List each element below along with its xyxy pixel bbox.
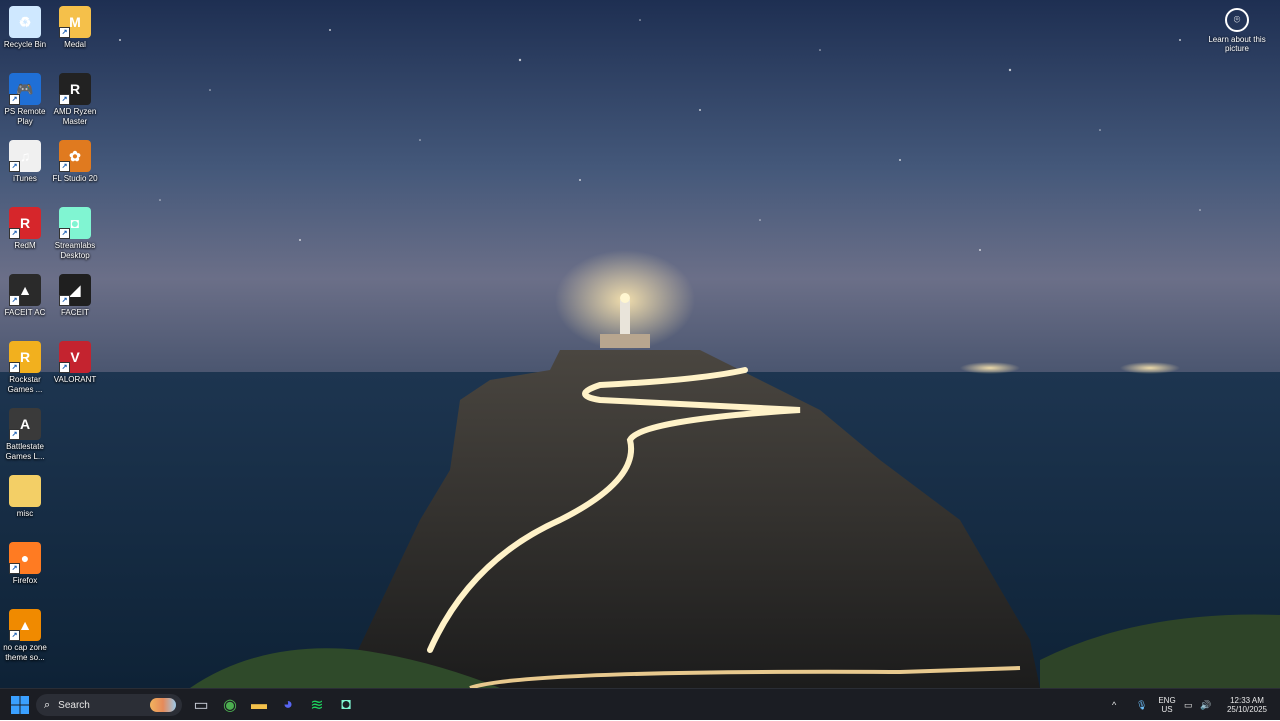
shortcut-arrow-icon: ↗ [9,94,20,105]
taskbar: ⌕ Search ▭ ◉ ▬ ◕ ≋ ◘ ^ 🎙 ENG US ▭ 🔊 12:33 AM … [0,688,1280,720]
shortcut-arrow-icon: ↗ [59,362,70,373]
file-explorer-icon: ▬ [251,696,267,713]
desktop-icon-label: Firefox [12,576,38,585]
desktop-icon-label: RedM [14,241,36,250]
amd-ryzen-master-icon: R ↗ [59,73,91,105]
ps-remote-play-icon: 🎮 ↗ [9,73,41,105]
camera-icon: ⌾ [1225,8,1249,32]
desktop-icon-label: Battlestate Games L... [5,442,45,461]
desktop-icon-label: iTunes [13,174,37,183]
recycle-bin-icon: ♻ [9,6,41,38]
desktop-icon[interactable]: ▲ ↗ no cap zone theme so... [0,603,50,663]
desktop-icon-label: PS Remote Play [4,107,46,126]
desktop-icon[interactable]: ● ↗ Firefox [0,536,50,586]
streamlabs-icon: ◘ [341,696,351,713]
desktop-icon[interactable]: ♫ ↗ iTunes [0,134,50,184]
redm-icon: R ↗ [9,207,41,239]
fl-studio-icon: ✿ ↗ [59,140,91,172]
shortcut-arrow-icon: ↗ [59,228,70,239]
folder-icon [9,475,41,507]
desktop-icon[interactable]: R ↗ Rockstar Games ... [0,335,50,395]
volume-icon[interactable]: 🔊 [1200,689,1211,721]
itunes-icon: ♫ ↗ [9,140,41,172]
desktop-icon-label: Streamlabs Desktop [54,241,96,260]
desktop-icon[interactable]: M ↗ Medal [50,0,100,50]
desktop-icon[interactable]: ♻ Recycle Bin [0,0,50,50]
learn-about-label: Learn about this picture [1208,35,1266,53]
shortcut-arrow-icon: ↗ [59,94,70,105]
clock-date: 25/10/2025 [1226,705,1268,714]
desktop-icon[interactable]: R ↗ AMD Ryzen Master [50,67,100,127]
shortcut-arrow-icon: ↗ [59,161,70,172]
network-icon[interactable]: ▭ [1184,689,1193,721]
search-placeholder: Search [58,699,90,711]
valorant-icon: V ↗ [59,341,91,373]
spotify-taskbar-button[interactable]: ≋ [305,693,329,717]
windows-logo-icon [11,696,29,714]
desktop-icon-label: VALORANT [53,375,97,384]
medal-icon: M ↗ [59,6,91,38]
task-view-taskbar-button[interactable]: ▭ [189,693,213,717]
show-hidden-icons-button[interactable]: ^ [1112,689,1116,721]
desktop-wallpaper [0,0,1280,688]
keyboard-layout: US [1161,705,1173,714]
language-indicator[interactable]: ENG US [1156,689,1178,721]
shortcut-arrow-icon: ↗ [9,362,20,373]
desktop-icon[interactable]: 🎮 ↗ PS Remote Play [0,67,50,127]
microphone-icon[interactable]: 🎙 [1136,689,1147,721]
desktop-icon-label: Recycle Bin [3,40,47,49]
desktop-icon[interactable]: V ↗ VALORANT [50,335,100,385]
desktop-icon[interactable]: A ↗ Battlestate Games L... [0,402,50,462]
desktop-icon-label: Rockstar Games ... [7,375,43,394]
vlc-icon: ▲ ↗ [9,609,41,641]
faceit-icon: ◢ ↗ [59,274,91,306]
shortcut-arrow-icon: ↗ [9,161,20,172]
battlestate-games-icon: A ↗ [9,408,41,440]
search-highlight-icon [150,698,176,712]
streamlabs-taskbar-button[interactable]: ◘ [334,693,358,717]
task-view-icon: ▭ [193,697,209,714]
firefox-icon: ● ↗ [9,542,41,574]
taskbar-search-box[interactable]: ⌕ Search [36,694,182,716]
desktop-icon[interactable]: ◢ ↗ FACEIT [50,268,100,318]
chrome-icon: ◉ [223,697,237,714]
shortcut-arrow-icon: ↗ [9,295,20,306]
desktop-icon-label: FL Studio 20 [52,174,98,183]
desktop-icon[interactable]: R ↗ RedM [0,201,50,251]
shortcut-arrow-icon: ↗ [9,630,20,641]
desktop-icon[interactable]: misc [0,469,50,519]
faceit-ac-icon: ▲ ↗ [9,274,41,306]
desktop-icon[interactable]: ✿ ↗ FL Studio 20 [50,134,100,184]
start-button[interactable] [8,693,32,717]
file-explorer-taskbar-button[interactable]: ▬ [247,693,271,717]
clock[interactable]: 12:33 AM 25/10/2025 [1222,689,1272,721]
shortcut-arrow-icon: ↗ [9,228,20,239]
discord-icon: ◕ [283,696,293,713]
shortcut-arrow-icon: ↗ [59,295,70,306]
chrome-taskbar-button[interactable]: ◉ [218,693,242,717]
desktop-icon[interactable]: ▲ ↗ FACEIT AC [0,268,50,318]
shortcut-arrow-icon: ↗ [59,27,70,38]
desktop-icon-label: Medal [64,40,86,49]
streamlabs-icon: ◘ ↗ [59,207,91,239]
desktop-icon-label: FACEIT AC [4,308,46,317]
desktop-icon-label: no cap zone theme so... [3,643,47,662]
language-code: ENG [1158,696,1176,705]
desktop-icon[interactable]: ◘ ↗ Streamlabs Desktop [50,201,100,261]
rockstar-games-icon: R ↗ [9,341,41,373]
clock-time: 12:33 AM [1230,696,1264,705]
discord-taskbar-button[interactable]: ◕ [276,693,300,717]
desktop-icon-label: AMD Ryzen Master [53,107,97,126]
spotify-icon: ≋ [310,697,324,714]
desktop-icon-label: FACEIT [60,308,89,317]
desktop-icon-label: misc [16,509,34,518]
search-icon: ⌕ [44,698,51,711]
shortcut-arrow-icon: ↗ [9,563,20,574]
chevron-up-icon: ^ [1112,700,1117,710]
learn-about-picture-button[interactable]: ⌾ Learn about this picture [1208,8,1266,53]
shortcut-arrow-icon: ↗ [9,429,20,440]
